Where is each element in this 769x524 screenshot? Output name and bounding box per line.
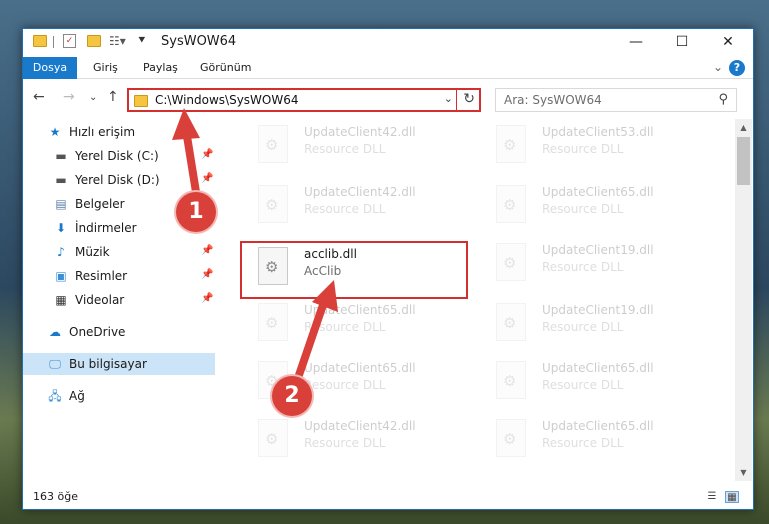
step-badge-1: 1	[176, 192, 216, 232]
annotation-arrows	[172, 108, 338, 382]
step-badge-2: 2	[272, 376, 312, 416]
arrow-to-acclib	[294, 280, 338, 382]
arrow-to-address-bar	[172, 108, 200, 196]
